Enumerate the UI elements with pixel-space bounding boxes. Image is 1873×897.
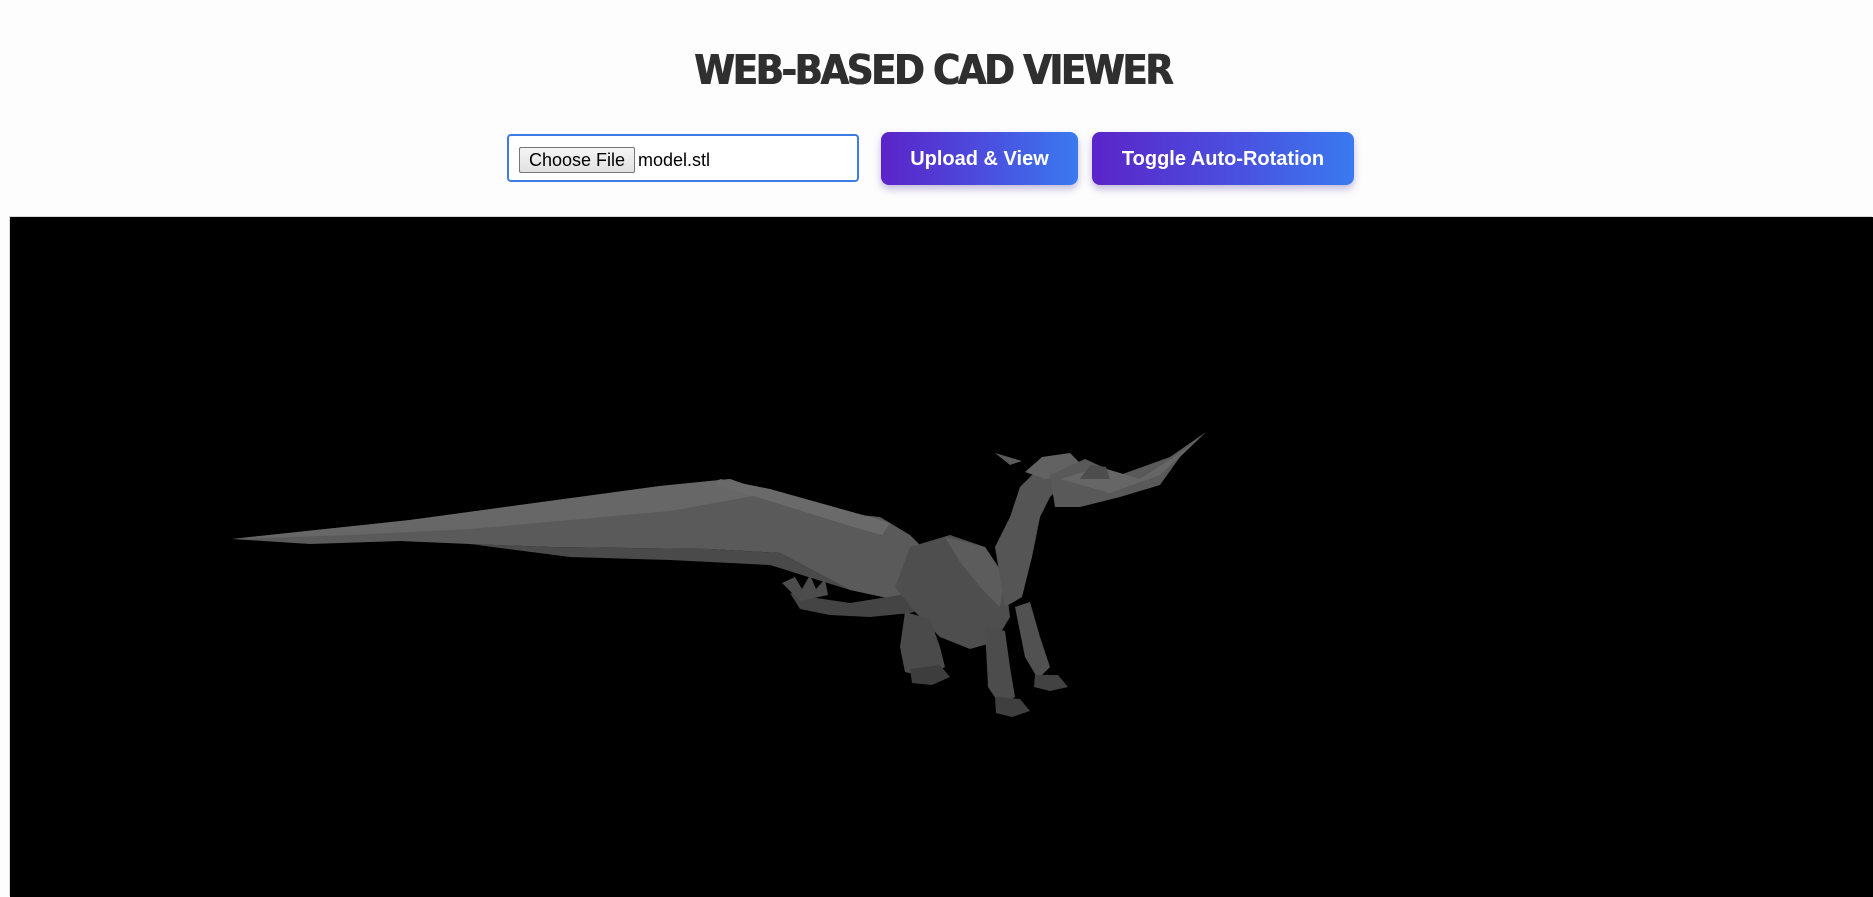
selected-file-name: model.stl [638, 150, 711, 170]
cad-viewer-page: WEB-BASED CAD VIEWER Choose File model.s… [0, 0, 1873, 897]
file-input[interactable]: Choose File model.stl [507, 134, 859, 182]
page-title: WEB-BASED CAD VIEWER [694, 46, 1173, 94]
toggle-auto-rotation-button[interactable]: Toggle Auto-Rotation [1092, 132, 1354, 185]
choose-file-button[interactable]: Choose File [519, 147, 636, 173]
viewport-canvas[interactable] [10, 217, 1873, 897]
upload-view-button[interactable]: Upload & View [881, 132, 1078, 185]
3d-viewport[interactable] [10, 217, 1873, 897]
dragon-model [232, 432, 1206, 717]
